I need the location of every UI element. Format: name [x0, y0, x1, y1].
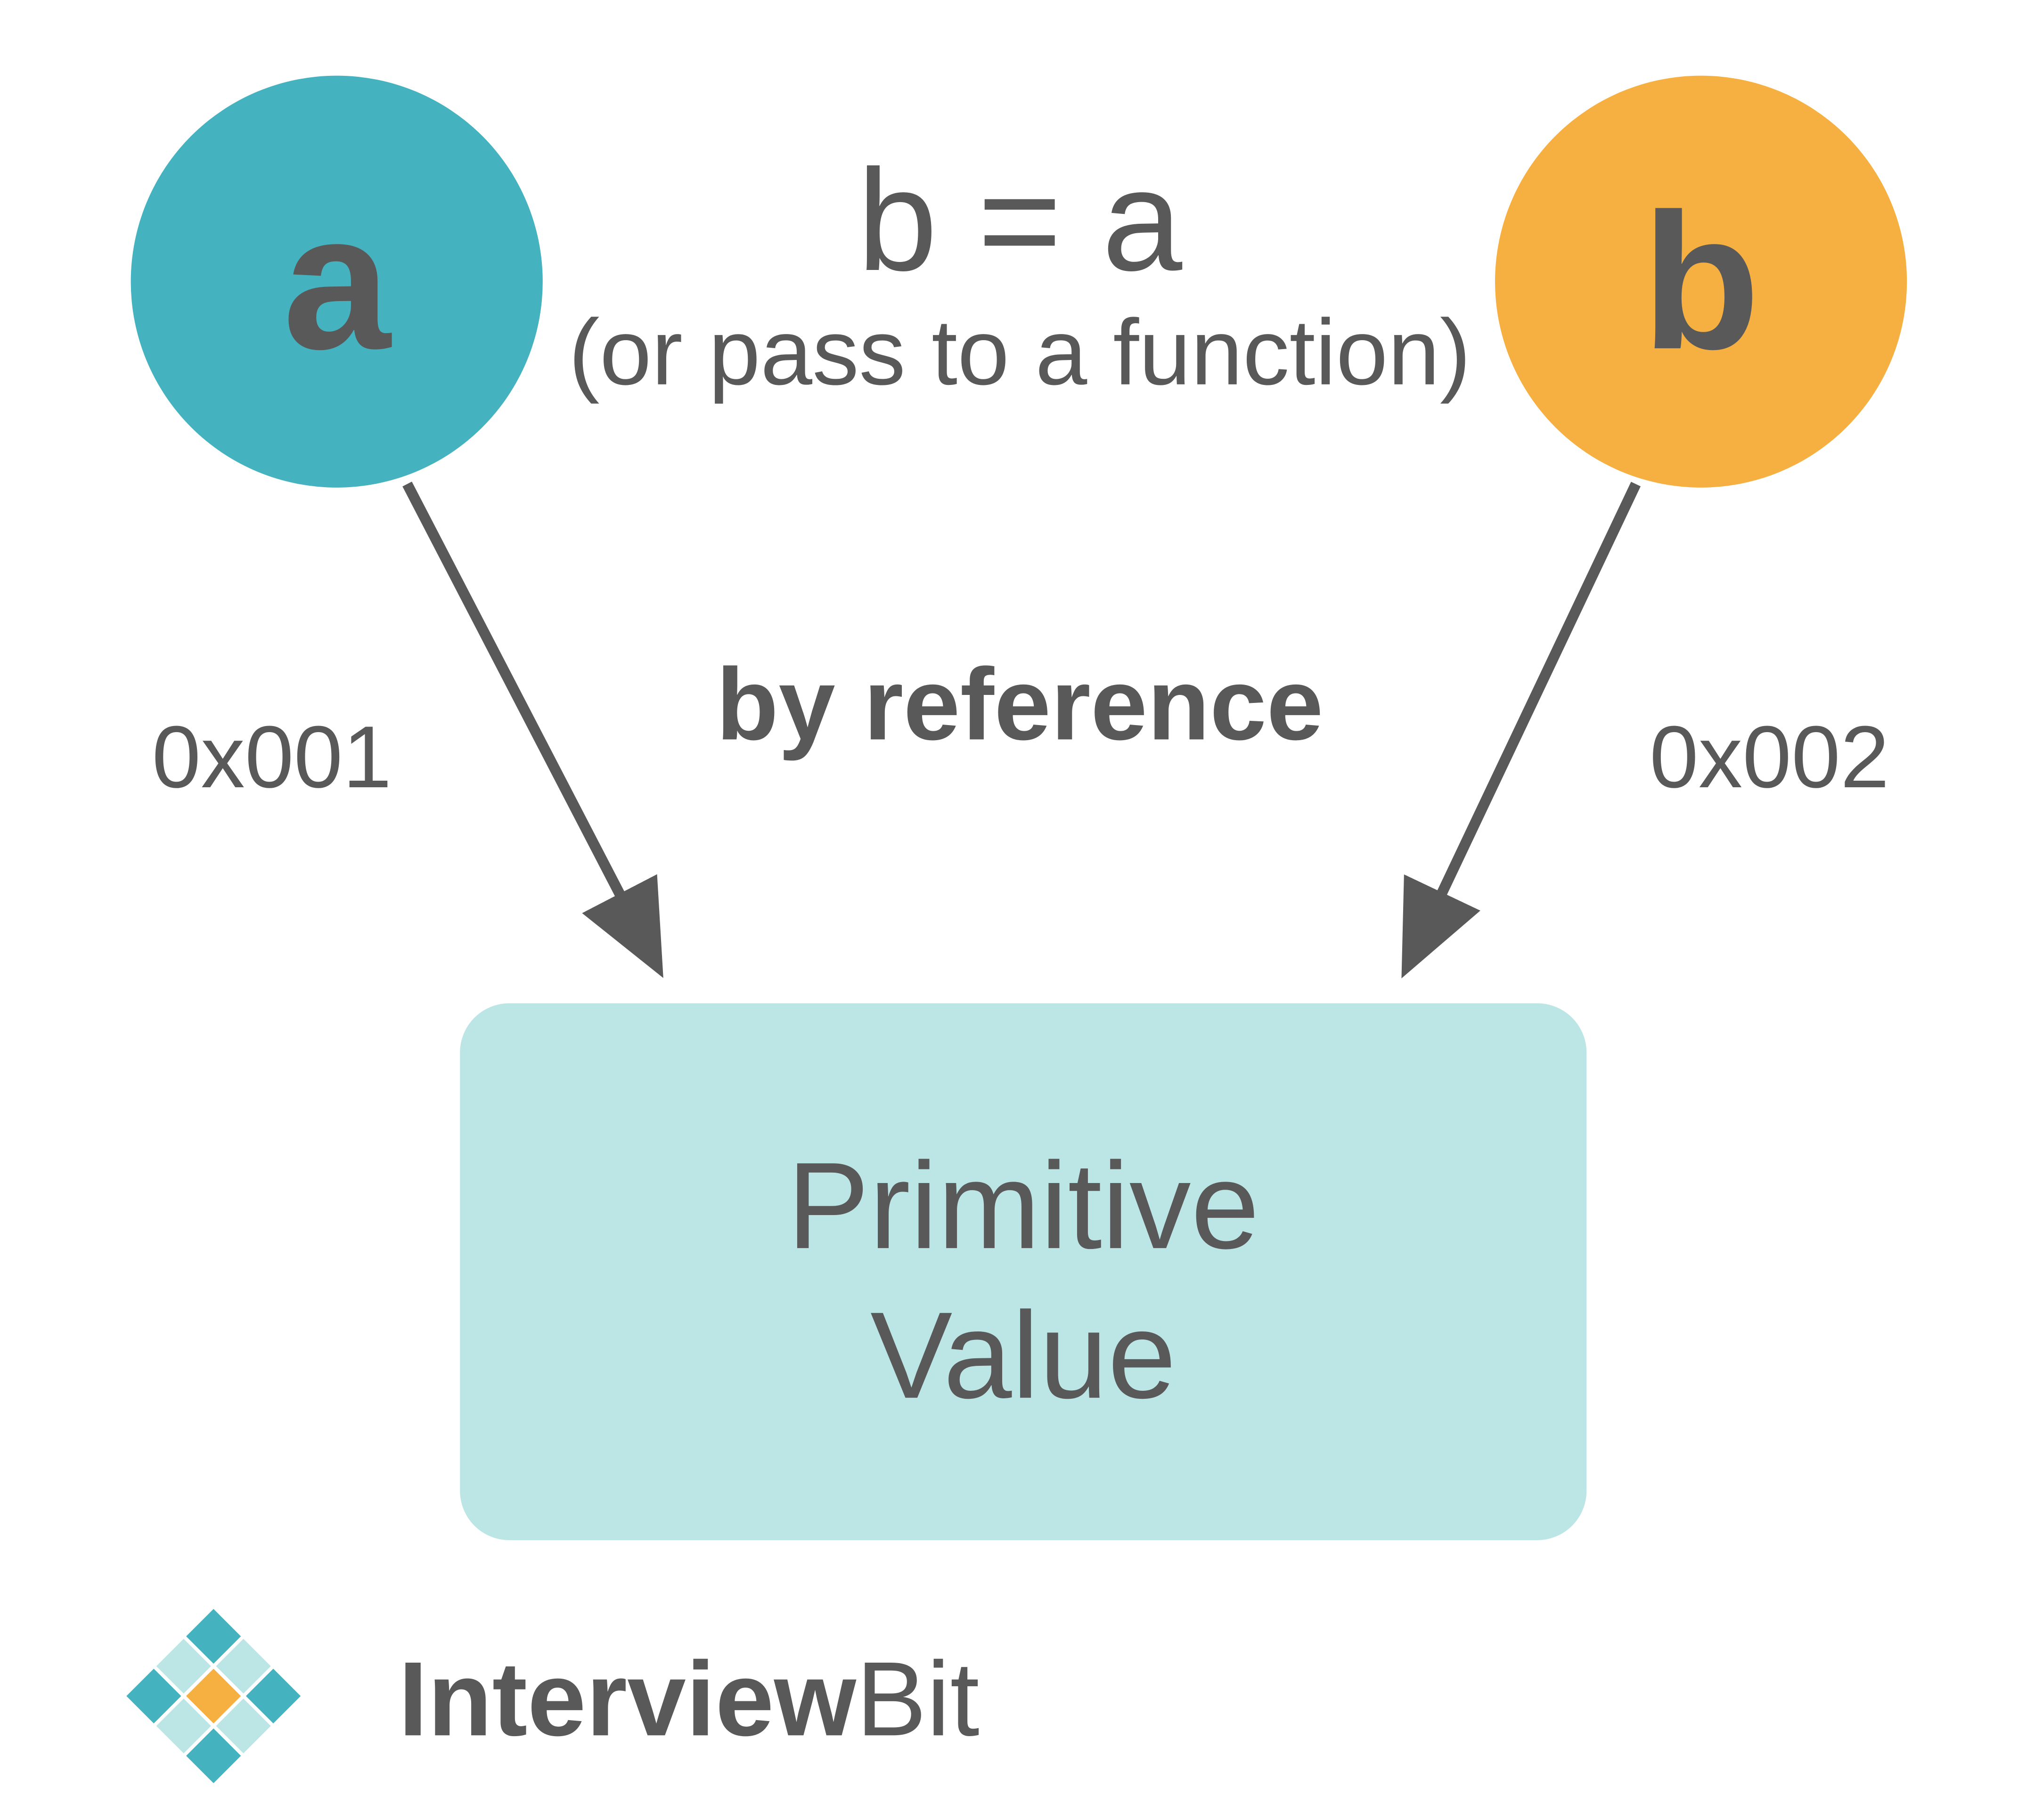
node-b: b	[1495, 76, 1907, 488]
equation-sub: (or pass to a function)	[569, 300, 1471, 404]
address-b: 0x002	[1650, 708, 1889, 806]
target-line1: Primitive	[787, 1137, 1259, 1274]
target-box: Primitive Value	[460, 1004, 1586, 1540]
diagram-canvas: a b b = a (or pass to a function) by ref…	[0, 0, 2043, 1820]
brand-logo: InterviewBit	[126, 1609, 979, 1783]
address-a: 0x001	[152, 708, 392, 806]
node-a-label: a	[283, 173, 392, 390]
arrow-a-to-target	[407, 484, 654, 959]
method-label: by reference	[716, 647, 1324, 761]
brand-name: InterviewBit	[398, 1640, 979, 1758]
arrow-b-to-target	[1411, 484, 1636, 959]
target-line2: Value	[870, 1287, 1176, 1424]
node-b-label: b	[1642, 173, 1760, 390]
node-a: a	[131, 76, 543, 488]
equation-main: b = a	[857, 139, 1183, 301]
